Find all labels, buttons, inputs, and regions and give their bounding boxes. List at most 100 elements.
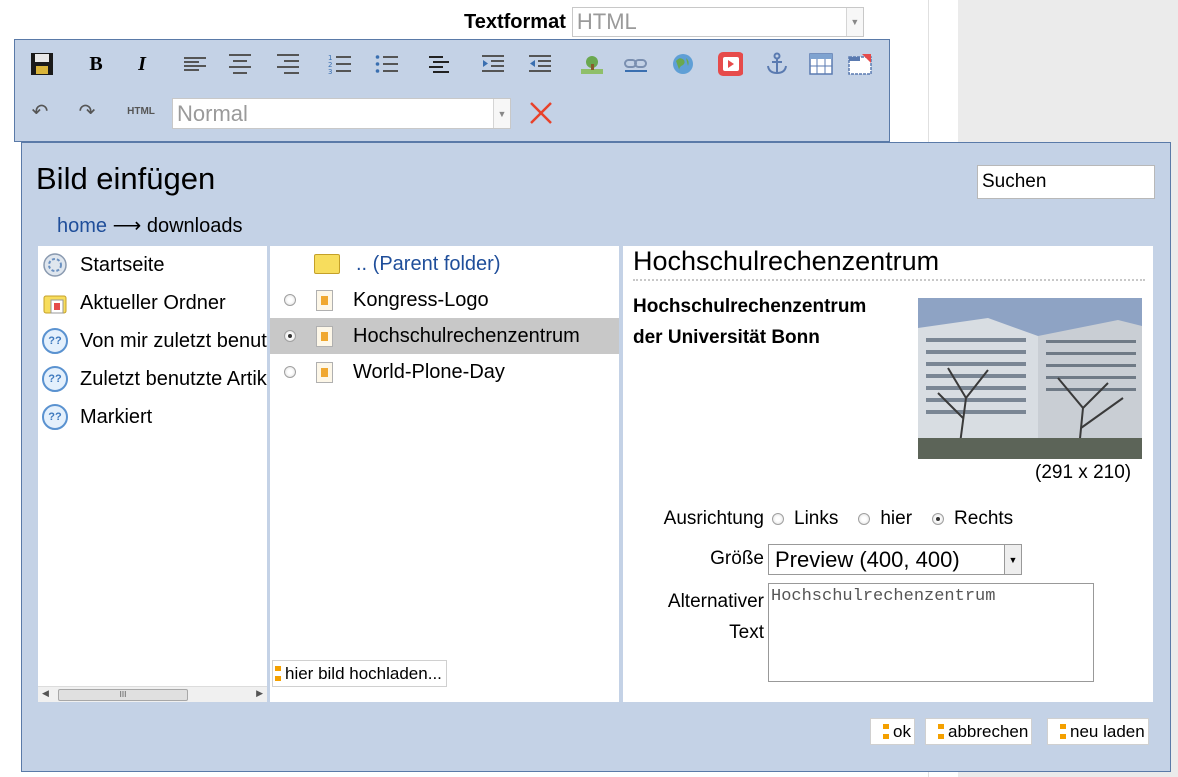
align-right-icon[interactable]: [275, 51, 301, 77]
insert-video-icon[interactable]: [717, 51, 743, 77]
undo-icon[interactable]: ↶: [27, 98, 53, 124]
file-item[interactable]: World-Plone-Day: [270, 354, 619, 390]
size-select[interactable]: Preview (400, 400) ▼: [768, 544, 1022, 575]
cancel-button[interactable]: abbrechen: [925, 718, 1033, 745]
file-radio[interactable]: [284, 330, 296, 342]
numbered-list-icon[interactable]: 123: [327, 51, 353, 77]
nav-item-recent-mine[interactable]: ?? Von mir zuletzt benutzte Artikel: [42, 326, 267, 356]
textformat-label: Textformat: [464, 10, 566, 33]
nav-item-current-folder[interactable]: Aktueller Ordner: [42, 288, 226, 318]
outdent-icon[interactable]: [527, 51, 553, 77]
indent-icon[interactable]: [480, 51, 506, 77]
alt-text-label: Alternativer Text: [623, 586, 764, 648]
chevron-down-icon[interactable]: ▼: [493, 99, 510, 128]
scroll-left-icon[interactable]: ◀: [42, 688, 49, 699]
nav-item-startseite[interactable]: Startseite: [42, 250, 164, 280]
nav-item-label: Zuletzt benutzte Artikel: [80, 367, 267, 390]
caption-line: der Universität Bonn: [633, 327, 820, 348]
file-label: Kongress-Logo: [353, 288, 489, 311]
bullet-icon: [883, 724, 889, 739]
breadcrumb-home-link[interactable]: home: [57, 215, 107, 237]
search-input[interactable]: [977, 165, 1155, 199]
chevron-down-icon[interactable]: ▼: [1004, 545, 1021, 574]
style-select-value: Normal: [177, 100, 248, 126]
align-center-icon[interactable]: [227, 51, 253, 77]
file-radio[interactable]: [284, 366, 296, 378]
breadcrumb: home ⟶ downloads: [57, 213, 242, 238]
scrollbar-thumb[interactable]: III: [58, 689, 188, 701]
nav-item-markiert[interactable]: ?? Markiert: [42, 402, 152, 432]
insert-link-icon[interactable]: [623, 51, 649, 77]
file-label: Hochschulrechenzentrum: [353, 324, 580, 347]
html-source-icon[interactable]: HTML: [123, 98, 159, 124]
horizontal-scrollbar[interactable]: ◀ III ▶: [38, 686, 267, 702]
folder-icon: [314, 254, 340, 274]
preview-panel: Hochschulrechenzentrum Hochschulrechenze…: [623, 246, 1153, 702]
svg-text:3: 3: [328, 68, 332, 75]
bullet-icon: [938, 724, 944, 739]
file-radio[interactable]: [284, 294, 296, 306]
anchor-icon[interactable]: [764, 51, 790, 77]
parent-folder-label: .. (Parent folder): [356, 252, 501, 275]
definition-list-icon[interactable]: [426, 51, 452, 77]
redo-icon[interactable]: ↷: [74, 98, 100, 124]
ok-button[interactable]: ok: [870, 718, 915, 745]
breadcrumb-separator: ⟶: [112, 215, 142, 237]
file-item-selected[interactable]: Hochschulrechenzentrum: [270, 318, 619, 354]
bold-icon[interactable]: B: [83, 51, 109, 77]
align-left-label: Links: [794, 508, 839, 529]
ok-label: ok: [893, 721, 911, 741]
recent-icon: ??: [42, 366, 68, 392]
nav-item-label: Von mir zuletzt benutzte Artikel: [80, 329, 267, 352]
align-here-radio[interactable]: [858, 513, 871, 525]
parent-folder-item[interactable]: .. (Parent folder): [270, 246, 619, 282]
align-left-icon[interactable]: [182, 51, 208, 77]
alt-text-label-line: Alternativer: [667, 591, 764, 612]
image-file-icon: [316, 289, 333, 311]
preview-image: [918, 298, 1142, 459]
align-here-label: hier: [880, 508, 913, 529]
chevron-down-icon[interactable]: ▼: [845, 8, 863, 36]
italic-icon[interactable]: I: [129, 51, 155, 77]
close-icon[interactable]: [528, 100, 554, 126]
upload-image-button[interactable]: hier bild hochladen...: [272, 660, 447, 687]
fullscreen-icon[interactable]: [847, 51, 873, 77]
align-right-label: Rechts: [954, 508, 1014, 529]
breadcrumb-current: downloads: [146, 215, 243, 237]
align-right-radio[interactable]: [932, 513, 945, 525]
style-select[interactable]: Normal ▼: [172, 98, 511, 129]
dialog-title: Bild einfügen: [36, 161, 216, 196]
editor-toolbar: B I 123 ↶ ↷ HTML Normal ▼: [14, 39, 890, 142]
alt-text-label-line: Text: [729, 622, 764, 643]
bullet-list-icon[interactable]: [374, 51, 400, 77]
nav-item-label: Startseite: [80, 253, 165, 276]
textformat-select[interactable]: HTML ▼: [571, 7, 864, 37]
save-icon[interactable]: [29, 51, 55, 77]
file-label: World-Plone-Day: [353, 360, 505, 383]
image-file-icon: [316, 361, 333, 383]
insert-image-icon[interactable]: [579, 51, 605, 77]
image-dimensions: (291 x 210): [1035, 462, 1132, 483]
bullet-icon: [1060, 724, 1066, 739]
insert-table-icon[interactable]: [808, 51, 834, 77]
bullet-icon: [275, 666, 281, 681]
reload-button[interactable]: neu laden: [1047, 718, 1149, 745]
nav-item-label: Markiert: [80, 405, 153, 428]
file-list-panel: .. (Parent folder) Kongress-Logo Hochsch…: [270, 246, 619, 702]
preview-caption: Hochschulrechenzentrum der Universität B…: [633, 291, 866, 353]
insert-image-dialog: Bild einfügen home ⟶ downloads Startseit…: [21, 142, 1171, 772]
reload-label: neu laden: [1070, 721, 1145, 741]
textformat-row: Textformat HTML ▼: [464, 7, 864, 37]
nav-item-label: Aktueller Ordner: [80, 291, 226, 314]
align-left-radio[interactable]: [772, 513, 784, 525]
alt-text-field[interactable]: Hochschulrechenzentrum: [768, 583, 1094, 682]
scroll-right-icon[interactable]: ▶: [256, 688, 263, 699]
navigation-panel: Startseite Aktueller Ordner ?? Von mir z…: [38, 246, 267, 702]
nav-item-recent[interactable]: ?? Zuletzt benutzte Artikel: [42, 364, 267, 394]
home-icon: [42, 252, 68, 278]
file-item[interactable]: Kongress-Logo: [270, 282, 619, 318]
alignment-options: Links hier Rechts: [764, 508, 1013, 530]
alignment-label: Ausrichtung: [663, 508, 764, 529]
textformat-value: HTML: [576, 9, 637, 34]
external-link-icon[interactable]: [670, 51, 696, 77]
